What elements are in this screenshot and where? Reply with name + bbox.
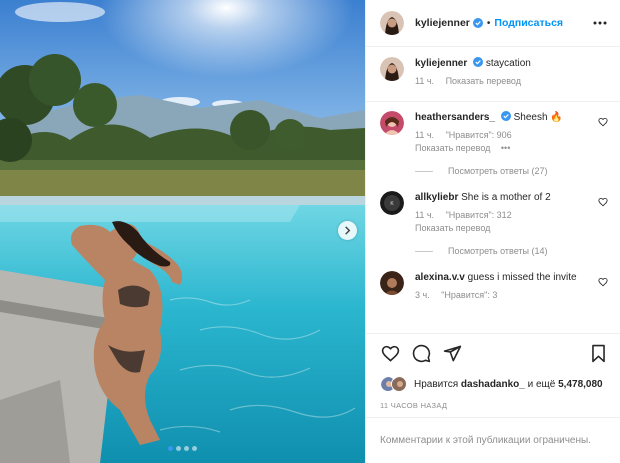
pool-photo bbox=[0, 0, 365, 463]
caption-avatar[interactable] bbox=[380, 57, 404, 81]
caption-time[interactable]: 11 ч. bbox=[415, 76, 434, 86]
like-button[interactable] bbox=[380, 344, 400, 364]
replies-line bbox=[415, 170, 433, 172]
author-avatar[interactable] bbox=[380, 11, 404, 35]
caption-username[interactable]: kyliejenner bbox=[415, 58, 467, 69]
commenter-avatar[interactable]: K bbox=[380, 191, 404, 215]
comment-likes[interactable]: "Нравится": 312 bbox=[446, 210, 512, 220]
carousel-dot bbox=[168, 446, 173, 451]
comment-time[interactable]: 11 ч. bbox=[415, 210, 434, 220]
commenter-avatar[interactable] bbox=[380, 271, 404, 295]
post-modal: kyliejenner • Подписаться kyliejenner st… bbox=[0, 0, 620, 463]
view-replies-button[interactable]: Посмотреть ответы (27) bbox=[415, 166, 608, 176]
liker-username[interactable]: dashadanko_ bbox=[461, 379, 525, 390]
show-translation-link[interactable]: Показать перевод bbox=[446, 76, 521, 86]
caption-meta: 11 ч. Показать перевод bbox=[415, 75, 590, 87]
post-side-panel: kyliejenner • Подписаться kyliejenner st… bbox=[365, 0, 620, 463]
verified-badge-icon bbox=[473, 57, 484, 67]
like-comment-icon[interactable] bbox=[598, 117, 608, 127]
post-photo[interactable] bbox=[0, 0, 365, 463]
replies-line bbox=[415, 250, 433, 252]
post-timestamp[interactable]: 11 ЧАСОВ НАЗАД bbox=[366, 395, 620, 417]
more-options-button[interactable] bbox=[592, 15, 608, 31]
comment-meta-2: Показать перевод bbox=[415, 223, 590, 233]
comment-text: She is a mother of 2 bbox=[461, 192, 551, 203]
comment-time[interactable]: 3 ч. bbox=[415, 290, 430, 300]
comment-item: heathersanders_ Sheesh 🔥 11 ч. "Нравится… bbox=[380, 111, 608, 153]
bookmark-icon bbox=[591, 344, 605, 363]
carousel-dot bbox=[184, 446, 189, 451]
carousel-dot bbox=[176, 446, 181, 451]
view-replies-button[interactable]: Посмотреть ответы (14) bbox=[415, 246, 608, 256]
comment-options-button[interactable]: ••• bbox=[501, 143, 510, 153]
comment-body: heathersanders_ Sheesh 🔥 11 ч. "Нравится… bbox=[415, 111, 608, 153]
view-replies-label: Посмотреть ответы (14) bbox=[448, 246, 548, 256]
header-separator: • bbox=[486, 17, 491, 29]
comment-text: Sheesh 🔥 bbox=[513, 112, 563, 123]
follow-button[interactable]: Подписаться bbox=[494, 17, 563, 29]
next-photo-button[interactable] bbox=[338, 221, 357, 240]
commenter-username[interactable]: alexina.v.v bbox=[415, 272, 465, 283]
commenter-username[interactable]: heathersanders_ bbox=[415, 112, 495, 123]
share-button[interactable] bbox=[442, 344, 462, 364]
comment-likes[interactable]: "Нравится": 906 bbox=[446, 130, 512, 140]
caption-body: kyliejenner staycation 11 ч. Показать пе… bbox=[415, 57, 608, 87]
divider bbox=[366, 101, 620, 102]
more-horizontal-icon bbox=[593, 21, 607, 25]
caption-text: staycation bbox=[485, 58, 531, 69]
paper-plane-icon bbox=[443, 345, 461, 362]
carousel-indicator bbox=[0, 446, 365, 451]
comment-time[interactable]: 11 ч. bbox=[415, 130, 434, 140]
comment-meta: 3 ч. "Нравится": 3 bbox=[415, 289, 590, 301]
comment-icon bbox=[412, 344, 430, 363]
comment-body: alexina.v.v guess i missed the invite 3 … bbox=[415, 271, 608, 301]
liker-avatar[interactable] bbox=[391, 376, 407, 392]
caption: kyliejenner staycation 11 ч. Показать пе… bbox=[380, 57, 608, 87]
post-header: kyliejenner • Подписаться bbox=[366, 0, 620, 47]
chevron-right-icon bbox=[345, 226, 351, 235]
heart-icon bbox=[381, 345, 399, 362]
author-username[interactable]: kyliejenner bbox=[415, 17, 470, 29]
comments-closed-notice: Комментарии к этой публикации ограничены… bbox=[366, 417, 620, 463]
likes-summary: Нравится dashadanko_ и ещё 5,478,080 bbox=[366, 373, 620, 395]
post-actions-bar bbox=[366, 333, 620, 373]
carousel-dot bbox=[192, 446, 197, 451]
liker-avatars bbox=[380, 376, 410, 392]
comment-likes[interactable]: "Нравится": 3 bbox=[441, 290, 497, 300]
comment-button[interactable] bbox=[411, 344, 431, 364]
comment-meta-2: Показать перевод ••• bbox=[415, 143, 590, 153]
commenter-avatar[interactable] bbox=[380, 111, 404, 135]
comment-body: allkyliebr She is a mother of 2 11 ч. "Н… bbox=[415, 191, 608, 233]
likes-prefix: Нравится bbox=[414, 378, 459, 390]
comments-list: kyliejenner staycation 11 ч. Показать пе… bbox=[366, 47, 620, 333]
like-comment-icon[interactable] bbox=[598, 197, 608, 207]
like-comment-icon[interactable] bbox=[598, 277, 608, 287]
view-replies-label: Посмотреть ответы (27) bbox=[448, 166, 548, 176]
comment-meta: 11 ч. "Нравится": 312 bbox=[415, 209, 590, 221]
show-translation-link[interactable]: Показать перевод bbox=[415, 223, 490, 233]
comment-text: guess i missed the invite bbox=[467, 272, 577, 283]
verified-badge-icon bbox=[500, 111, 511, 121]
likes-count[interactable]: 5,478,080 bbox=[558, 379, 603, 390]
save-button[interactable] bbox=[588, 344, 608, 364]
likes-middle: и ещё bbox=[527, 378, 556, 390]
comment-meta: 11 ч. "Нравится": 906 bbox=[415, 129, 590, 141]
comment-item: K allkyliebr She is a mother of 2 11 ч. … bbox=[380, 191, 608, 233]
show-translation-link[interactable]: Показать перевод bbox=[415, 143, 490, 153]
comment-item: alexina.v.v guess i missed the invite 3 … bbox=[380, 271, 608, 301]
commenter-username[interactable]: allkyliebr bbox=[415, 192, 458, 203]
verified-badge-icon bbox=[472, 18, 483, 28]
